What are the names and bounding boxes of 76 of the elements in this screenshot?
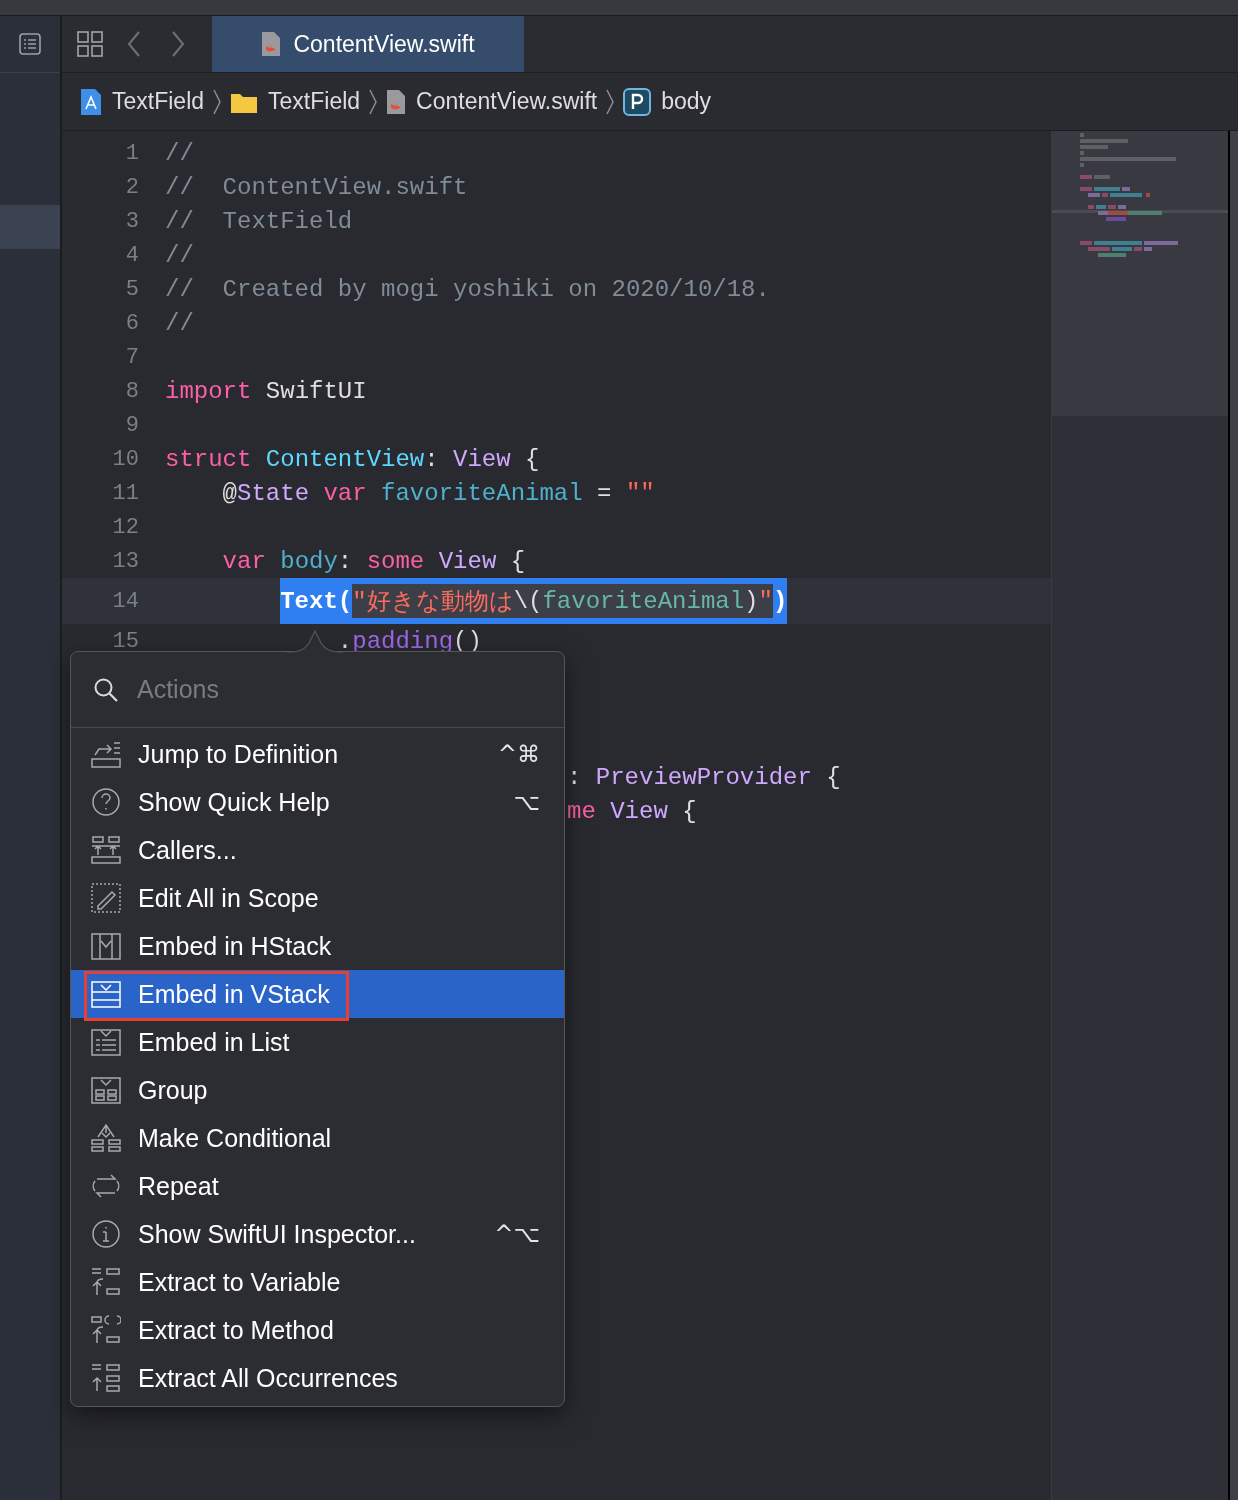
code-line: // Created by mogi yoshiki on 2020/10/18. bbox=[165, 275, 770, 303]
code-line: @State var favoriteAnimal = "" bbox=[222, 479, 655, 507]
line-number: 10 bbox=[111, 446, 139, 472]
code-line: import SwiftUI bbox=[165, 377, 367, 405]
branch-icon bbox=[91, 1123, 121, 1153]
menu-item[interactable]: Extract to Method bbox=[71, 1306, 564, 1354]
code-line: // bbox=[165, 139, 194, 167]
line-number: 1 bbox=[124, 140, 139, 166]
app-icon bbox=[80, 87, 102, 116]
menu-item[interactable]: Jump to Definition ^⌘ bbox=[71, 730, 564, 778]
menu-item[interactable]: Repeat bbox=[71, 1162, 564, 1210]
chevron-right-icon bbox=[605, 87, 616, 116]
breadcrumb-item[interactable]: ContentView.swift bbox=[386, 88, 598, 115]
line-number: 15 bbox=[111, 628, 139, 654]
grid-icon bbox=[91, 1075, 121, 1105]
navigator-highlight bbox=[0, 205, 60, 249]
extract-icon bbox=[91, 1363, 121, 1393]
line-number: 5 bbox=[124, 276, 139, 302]
menu-item[interactable]: Make Conditional bbox=[71, 1114, 564, 1162]
line-number: 4 bbox=[124, 242, 139, 268]
question-icon bbox=[91, 787, 121, 817]
menu-item[interactable]: Extract to Variable bbox=[71, 1258, 564, 1306]
pencil-icon bbox=[91, 883, 121, 913]
menu-item[interactable]: Show SwiftUI Inspector... ^⌥ bbox=[71, 1210, 564, 1258]
line-number: 6 bbox=[124, 310, 139, 336]
code-line: // bbox=[165, 241, 194, 269]
code-line: : PreviewProvider { bbox=[567, 763, 841, 791]
search-icon bbox=[93, 676, 119, 703]
lines-arrow-icon bbox=[91, 739, 121, 769]
letter-p-icon bbox=[623, 87, 652, 116]
code-line: struct ContentView: View { bbox=[165, 445, 540, 473]
menu-item[interactable]: Embed in List bbox=[71, 1018, 564, 1066]
code-line: // TextField bbox=[165, 207, 353, 235]
actions-search-field[interactable]: Actions bbox=[135, 674, 519, 705]
line-number: 3 bbox=[124, 208, 139, 234]
extract-icon bbox=[91, 1267, 121, 1297]
breadcrumb-item[interactable]: body bbox=[623, 87, 712, 116]
line-number: 12 bbox=[111, 514, 139, 540]
line-number: 13 bbox=[111, 548, 139, 574]
code-line: // ContentView.swift bbox=[165, 173, 468, 201]
menu-item[interactable]: Group bbox=[71, 1066, 564, 1114]
keyboard-shortcut: ⌥ bbox=[513, 789, 540, 815]
line-number: 9 bbox=[124, 412, 139, 438]
chevron-right-icon bbox=[212, 87, 223, 116]
columns-icon bbox=[91, 931, 121, 961]
grid-icon[interactable] bbox=[76, 30, 104, 58]
menu-item[interactable]: Show Quick Help ⌥ bbox=[71, 778, 564, 826]
keyboard-shortcut: ^⌘ bbox=[497, 741, 540, 767]
line-number: 8 bbox=[124, 378, 139, 404]
info-icon bbox=[91, 1219, 121, 1249]
menu-item[interactable]: Edit All in Scope bbox=[71, 874, 564, 922]
menu-item[interactable]: Callers... bbox=[71, 826, 564, 874]
menu-item[interactable]: Embed in HStack bbox=[71, 922, 564, 970]
chevron-right-icon bbox=[368, 87, 379, 116]
breadcrumb-item[interactable]: TextField bbox=[80, 87, 205, 116]
forward-chevron-icon[interactable] bbox=[170, 30, 186, 58]
list-icon bbox=[91, 1027, 121, 1057]
back-chevron-icon[interactable] bbox=[126, 30, 142, 58]
line-number: 11 bbox=[111, 480, 139, 506]
keyboard-shortcut: ^⌥ bbox=[494, 1221, 540, 1247]
line-number: 7 bbox=[124, 344, 139, 370]
menu-item[interactable]: Embed in VStack bbox=[71, 970, 564, 1018]
file-tab[interactable]: ContentView.swift bbox=[212, 16, 524, 72]
code-line: Text("好きな動物は\(favoriteAnimal)") bbox=[280, 578, 788, 624]
menu-item[interactable]: Extract All Occurrences bbox=[71, 1354, 564, 1402]
breadcrumb-item[interactable]: TextField bbox=[230, 88, 361, 115]
arrows-up-icon bbox=[91, 835, 121, 865]
list-icon[interactable] bbox=[18, 32, 42, 56]
swift-file-icon bbox=[261, 31, 282, 57]
code-line: me View { bbox=[567, 797, 697, 825]
extract-icon bbox=[91, 1315, 121, 1345]
swift-file-icon bbox=[386, 88, 407, 115]
line-number: 2 bbox=[124, 174, 139, 200]
line-number: 14 bbox=[111, 588, 139, 614]
code-line: var body: some View { bbox=[222, 547, 526, 575]
code-line: // bbox=[165, 309, 194, 337]
